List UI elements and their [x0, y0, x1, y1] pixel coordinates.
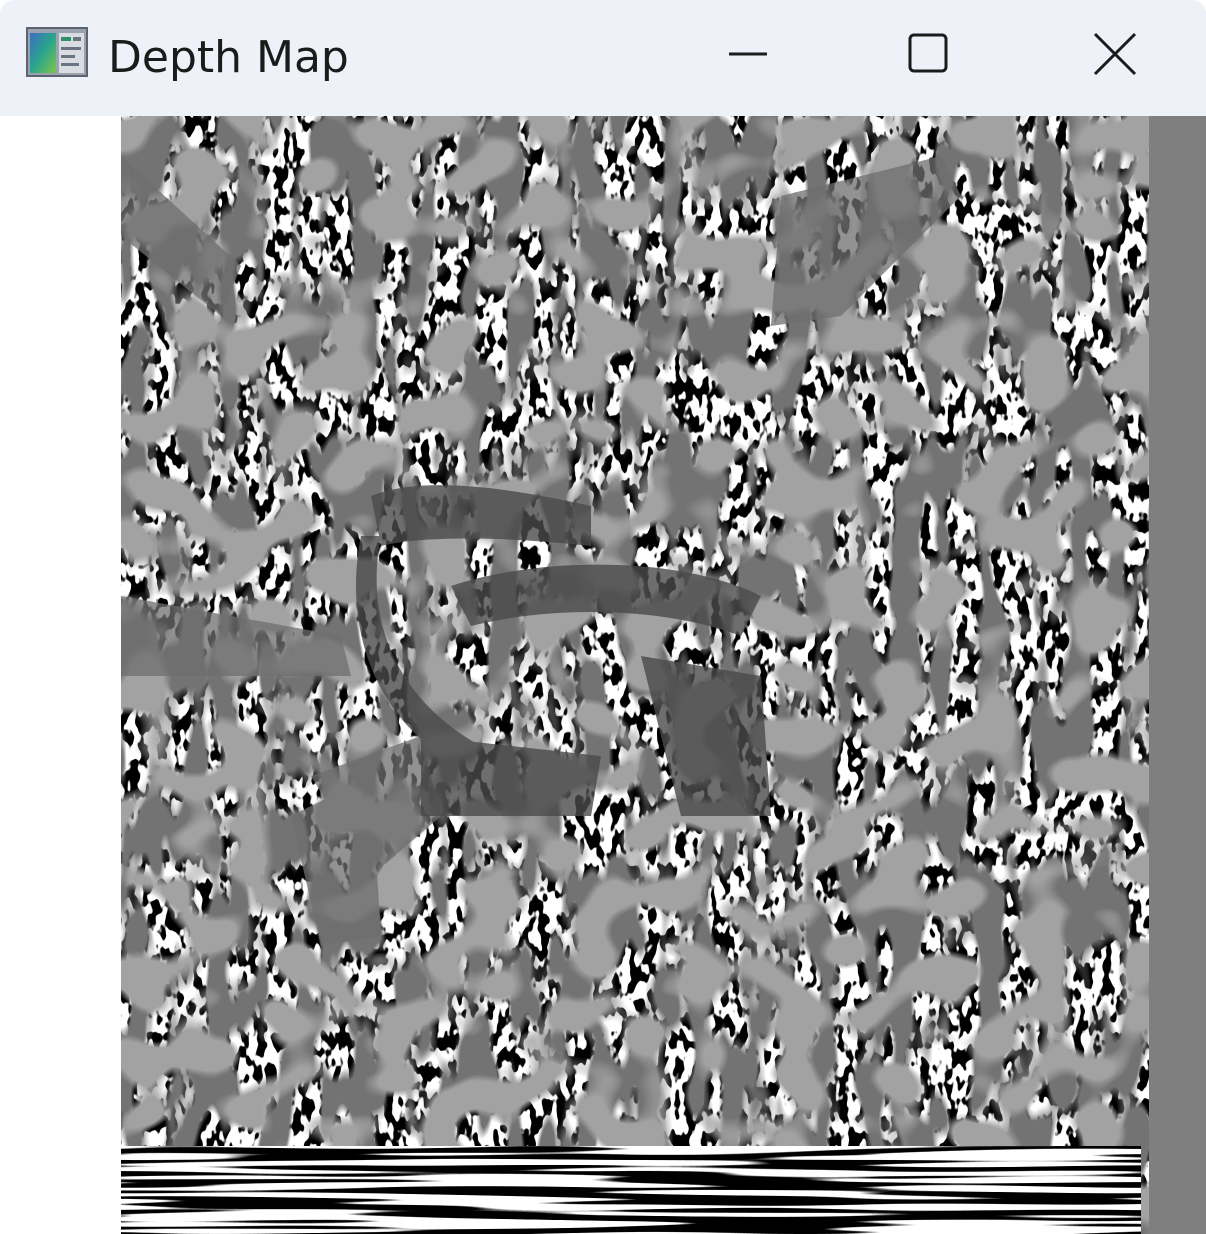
client-area: [0, 116, 1206, 1234]
depth-map-app-icon: [26, 27, 88, 77]
title-bar[interactable]: Depth Map: [0, 0, 1206, 116]
depth-map-window: Depth Map: [0, 0, 1206, 1234]
depth-map-svg: [121, 116, 1206, 1234]
maximize-button[interactable]: [869, 0, 989, 108]
minimize-icon: [729, 52, 767, 56]
minimize-button[interactable]: [688, 0, 808, 108]
depth-map-image: [121, 116, 1206, 1234]
window-title: Depth Map: [108, 32, 349, 83]
maximize-icon: [908, 33, 948, 73]
close-icon: [1093, 32, 1137, 76]
close-button[interactable]: [1055, 0, 1175, 108]
